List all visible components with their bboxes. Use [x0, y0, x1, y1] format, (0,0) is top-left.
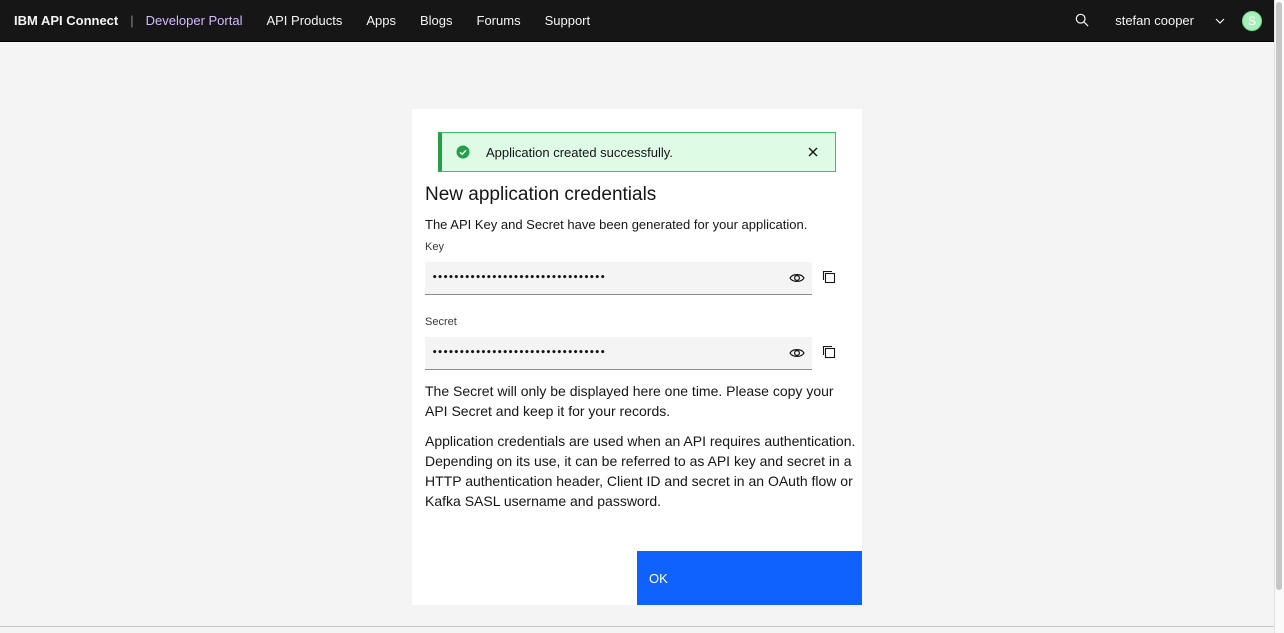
nav-item-forums[interactable]: Forums	[465, 13, 533, 28]
nav-item-blogs[interactable]: Blogs	[408, 13, 465, 28]
secret-label: Secret	[425, 316, 457, 328]
page-bottom-divider	[0, 626, 1274, 627]
checkmark-filled-icon	[456, 145, 470, 159]
vertical-scrollbar[interactable]	[1274, 0, 1284, 633]
notification-message: Application created successfully.	[486, 144, 673, 160]
credentials-modal: Application created successfully. New ap…	[412, 109, 862, 605]
user-name[interactable]: stefan cooper	[1115, 13, 1194, 28]
brand-separator: |	[130, 13, 134, 28]
secret-value: ••••••••••••••••••••••••••••••••	[432, 348, 606, 358]
nav-item-support[interactable]: Support	[533, 13, 603, 28]
nav-item-api-products[interactable]: API Products	[254, 13, 354, 28]
key-label: Key	[425, 241, 444, 253]
nav-right: stefan cooper S	[1075, 10, 1274, 31]
modal-subtitle: The API Key and Secret have been generat…	[425, 217, 808, 232]
secret-notice: The Secret will only be displayed here o…	[425, 383, 834, 419]
secret-field[interactable]: ••••••••••••••••••••••••••••••••	[425, 337, 812, 370]
key-field[interactable]: ••••••••••••••••••••••••••••••••	[425, 262, 812, 295]
portal-link[interactable]: Developer Portal	[146, 13, 243, 28]
key-value: ••••••••••••••••••••••••••••••••	[432, 273, 606, 283]
success-notification: Application created successfully.	[438, 132, 836, 172]
avatar[interactable]: S	[1242, 10, 1262, 31]
chevron-down-icon[interactable]	[1214, 15, 1226, 27]
credentials-info: Application credentials are used when an…	[425, 433, 856, 509]
nav-links: API Products Apps Blogs Forums Support	[254, 13, 602, 28]
eye-icon[interactable]	[789, 345, 805, 361]
nav-item-apps[interactable]: Apps	[354, 13, 408, 28]
ok-button[interactable]: OK	[637, 551, 862, 605]
copy-secret-icon[interactable]	[822, 345, 836, 359]
close-icon[interactable]	[807, 146, 819, 158]
eye-icon[interactable]	[789, 270, 805, 286]
top-navigation: IBM API Connect | Developer Portal API P…	[0, 0, 1274, 42]
copy-key-icon[interactable]	[822, 270, 836, 284]
search-icon[interactable]	[1075, 13, 1091, 29]
scrollbar-thumb[interactable]	[1276, 2, 1282, 590]
brand-name[interactable]: IBM API Connect	[14, 13, 118, 28]
modal-title: New application credentials	[425, 184, 657, 205]
